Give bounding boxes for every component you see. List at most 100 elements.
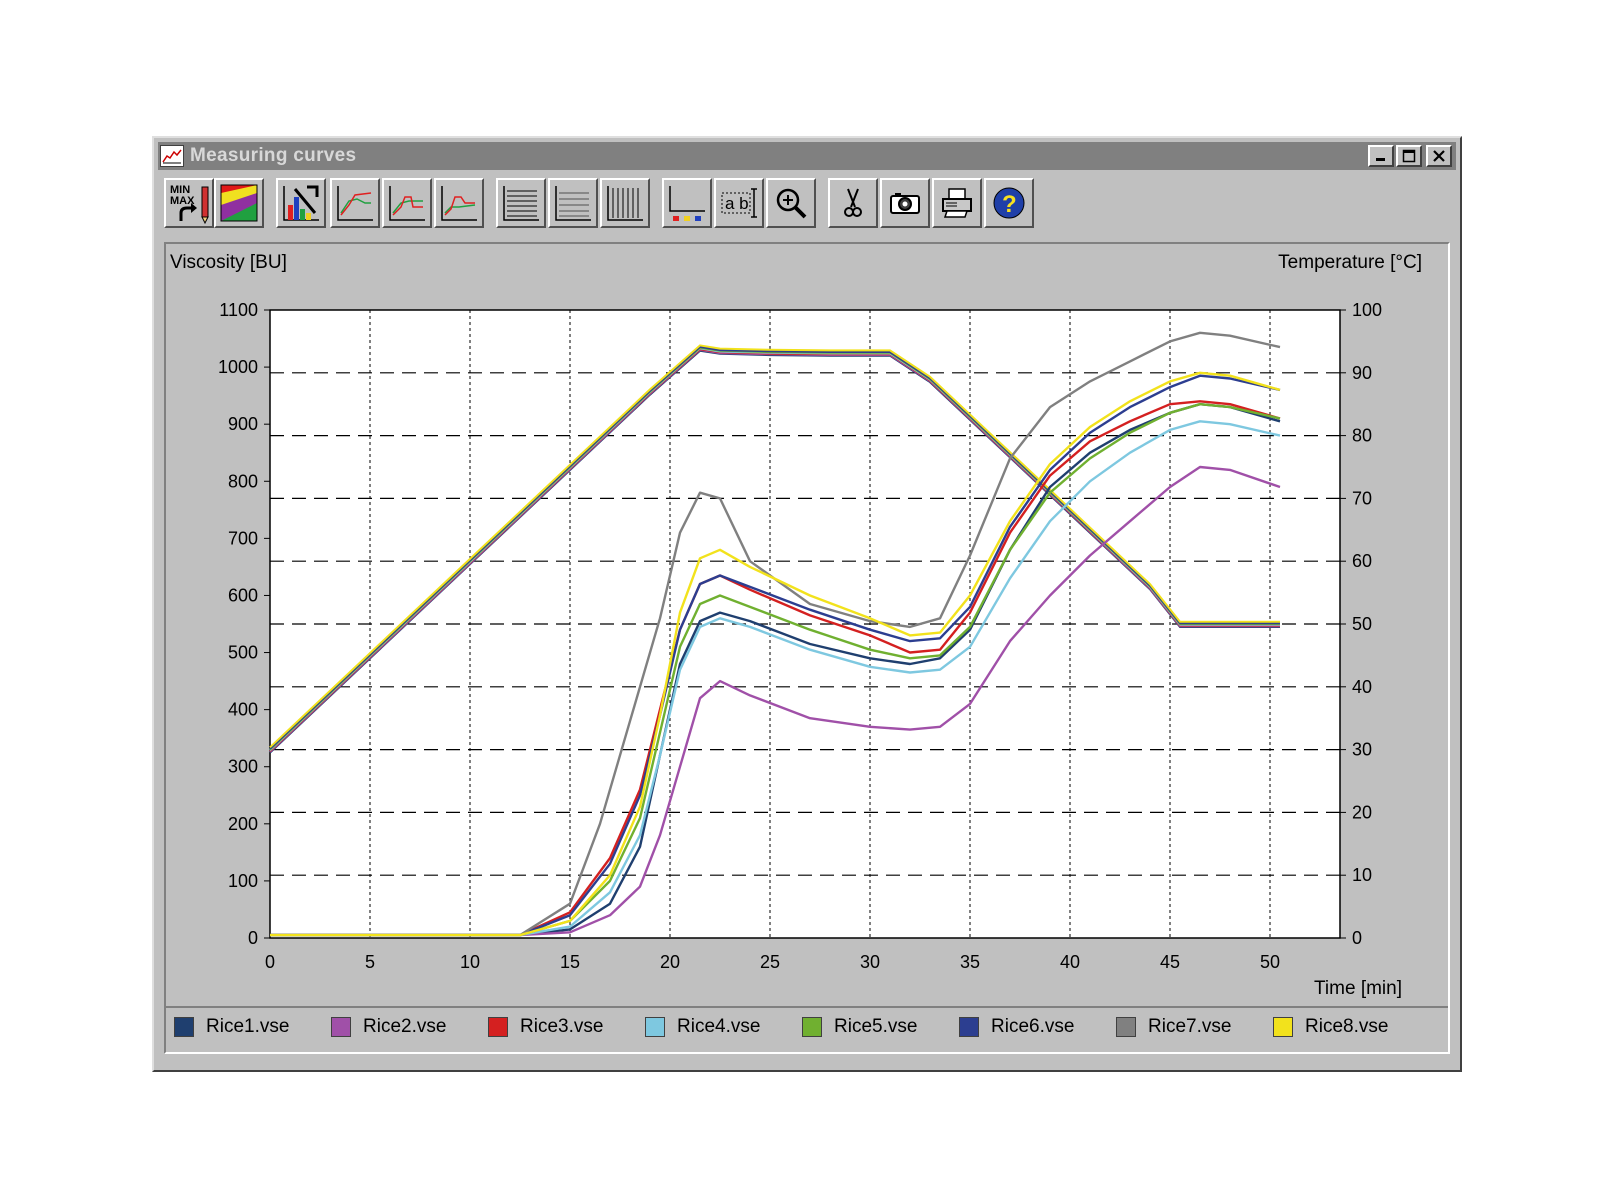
x-tick-label: 5 [365, 952, 375, 972]
legend-swatch [645, 1017, 665, 1037]
x-axis-label: Time [min] [1314, 978, 1402, 999]
x-tick-label: 10 [460, 952, 480, 972]
scissors-icon [844, 188, 862, 217]
curve-view-3-button[interactable] [434, 178, 484, 228]
app-chart-icon [160, 145, 184, 167]
horizontal-grid-button[interactable] [496, 178, 546, 228]
legend-item[interactable]: Rice3.vse [488, 1016, 603, 1038]
help-button[interactable]: ? [984, 178, 1034, 228]
y-tick-label: 600 [228, 585, 258, 605]
svg-text:?: ? [1002, 191, 1017, 218]
y2-tick-label: 20 [1352, 802, 1372, 822]
minimize-icon [1376, 158, 1385, 161]
curve-icon [337, 186, 373, 221]
color-scheme-button[interactable] [214, 178, 264, 228]
text-label-button[interactable]: a b [714, 178, 764, 228]
legend-swatch [1273, 1017, 1293, 1037]
legend-swatch [959, 1017, 979, 1037]
curve-view-2-button[interactable] [382, 178, 432, 228]
toolbar: MIN MAX a b ? [158, 174, 1456, 232]
zoom-button[interactable] [766, 178, 816, 228]
legend-label: Rice8.vse [1305, 1016, 1389, 1037]
text-label-icon: a b [721, 188, 757, 218]
y2-tick-label: 80 [1352, 426, 1372, 446]
legend-swatch [802, 1017, 822, 1037]
legend-label: Rice1.vse [206, 1016, 290, 1037]
y-tick-label: 100 [228, 871, 258, 891]
svg-text:a b: a b [725, 194, 749, 213]
viscosity-chart[interactable]: Viscosity [BU] Temperature [°C] Time [mi… [166, 244, 1448, 1006]
x-tick-label: 35 [960, 952, 980, 972]
maximize-button[interactable] [1396, 145, 1422, 167]
curve-icon [441, 186, 477, 221]
maximize-icon [1402, 149, 1416, 163]
y2-tick-label: 90 [1352, 363, 1372, 383]
y2-tick-label: 10 [1352, 865, 1372, 885]
y2-tick-label: 50 [1352, 614, 1372, 634]
camera-icon [890, 193, 920, 214]
y-axis-label: Viscosity [BU] [170, 252, 287, 273]
legend-item[interactable]: Rice7.vse [1116, 1016, 1231, 1038]
x-tick-label: 25 [760, 952, 780, 972]
legend-swatch [488, 1017, 508, 1037]
printer-icon [942, 188, 972, 218]
legend-label: Rice4.vse [677, 1016, 761, 1037]
axis-legend-button[interactable] [662, 178, 712, 228]
y2-tick-label: 100 [1352, 300, 1382, 320]
vertical-grid-button[interactable] [600, 178, 650, 228]
x-tick-label: 30 [860, 952, 880, 972]
curve-view-1-button[interactable] [330, 178, 380, 228]
minimize-button[interactable] [1368, 145, 1394, 167]
measuring-curves-window: Measuring curves MIN MAX a b ? Viscosity… [152, 136, 1462, 1072]
legend-item[interactable]: Rice1.vse [174, 1016, 289, 1038]
curve-icon [389, 186, 425, 221]
x-tick-label: 40 [1060, 952, 1080, 972]
legend-item[interactable]: Rice8.vse [1273, 1016, 1388, 1038]
x-tick-label: 50 [1260, 952, 1280, 972]
x-tick-label: 15 [560, 952, 580, 972]
legend-label: Rice2.vse [363, 1016, 447, 1037]
y-tick-label: 300 [228, 757, 258, 777]
snapshot-button[interactable] [880, 178, 930, 228]
y-tick-label: 200 [228, 814, 258, 834]
y-tick-label: 700 [228, 528, 258, 548]
close-button[interactable] [1426, 145, 1452, 167]
legend-swatch [1116, 1017, 1136, 1037]
legend-item[interactable]: Rice4.vse [645, 1016, 760, 1038]
color-palette-icon [220, 184, 258, 222]
legend: Rice1.vse Rice2.vse Rice3.vse Rice4.vse Rice… [166, 1006, 1448, 1050]
horizontal-grid-fine-button[interactable] [548, 178, 598, 228]
y-tick-label: 1100 [219, 300, 258, 320]
horizontal-lines-icon [503, 186, 539, 221]
help-icon: ? [993, 187, 1025, 219]
y2-tick-label: 60 [1352, 551, 1372, 571]
print-button[interactable] [932, 178, 982, 228]
chart-type-button[interactable] [276, 178, 326, 228]
legend-item[interactable]: Rice5.vse [802, 1016, 917, 1038]
x-tick-label: 0 [265, 952, 275, 972]
y2-tick-label: 40 [1352, 677, 1372, 697]
min-max-icon: MIN MAX [170, 184, 209, 225]
x-tick-label: 20 [660, 952, 680, 972]
close-icon [1433, 150, 1445, 162]
y2-tick-label: 0 [1352, 928, 1362, 948]
bar-chart-icon [283, 185, 319, 221]
legend-label: Rice5.vse [834, 1016, 918, 1037]
minmax-button[interactable]: MIN MAX [164, 178, 214, 228]
x-tick-label: 45 [1160, 952, 1180, 972]
y2-axis-label: Temperature [°C] [1278, 252, 1422, 273]
legend-swatch [331, 1017, 351, 1037]
legend-item[interactable]: Rice2.vse [331, 1016, 446, 1038]
vertical-lines-icon [607, 186, 643, 221]
y-tick-label: 900 [228, 414, 258, 434]
y-tick-label: 1000 [218, 357, 258, 377]
y-tick-label: 0 [248, 928, 258, 948]
axis-legend-icon [669, 186, 705, 221]
legend-label: Rice7.vse [1148, 1016, 1232, 1037]
y-tick-label: 500 [228, 643, 258, 663]
y2-tick-label: 70 [1352, 488, 1372, 508]
legend-item[interactable]: Rice6.vse [959, 1016, 1074, 1038]
window-title: Measuring curves [190, 145, 357, 166]
title-bar[interactable]: Measuring curves [158, 142, 1456, 170]
cut-button[interactable] [828, 178, 878, 228]
